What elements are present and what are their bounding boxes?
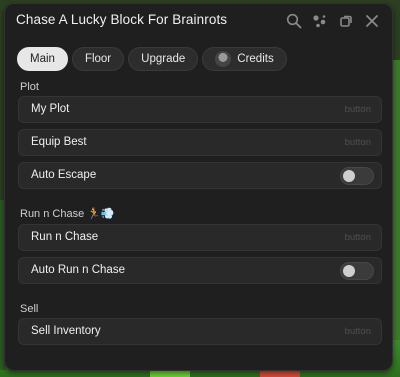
run-n-chase-button[interactable]: Run n Chase button	[18, 224, 382, 251]
section-label-run-n-chase: Run n Chase 🏃💨	[20, 207, 115, 220]
tab-credits[interactable]: Credits	[202, 47, 287, 71]
palette-icon[interactable]	[312, 13, 328, 29]
toggle-knob	[343, 170, 355, 182]
close-icon[interactable]	[364, 13, 380, 29]
tab-label: Floor	[84, 53, 112, 65]
search-icon[interactable]	[286, 13, 302, 29]
my-plot-button[interactable]: My Plot button	[18, 96, 382, 123]
tab-label: Credits	[237, 53, 274, 65]
restore-icon[interactable]	[338, 13, 354, 29]
section-title: Run n Chase	[20, 208, 85, 220]
row-label: My Plot	[31, 103, 70, 115]
auto-run-n-chase-toggle[interactable]	[340, 262, 374, 280]
sell-inventory-button[interactable]: Sell Inventory button	[18, 318, 382, 345]
equip-best-button[interactable]: Equip Best button	[18, 129, 382, 156]
tab-label: Main	[30, 53, 55, 65]
row-type-hint: button	[344, 232, 371, 243]
title-bar-actions	[286, 13, 380, 29]
row-label: Auto Run n Chase	[31, 264, 125, 276]
title-bar[interactable]: Chase A Lucky Block For Brainrots	[5, 4, 392, 38]
row-type-hint: button	[344, 104, 371, 115]
toggle-knob	[343, 265, 355, 277]
section-label-sell: Sell	[20, 303, 39, 315]
tab-bar: Main Floor Upgrade Credits	[17, 47, 287, 71]
row-label: Run n Chase	[31, 231, 99, 243]
tab-floor[interactable]: Floor	[71, 47, 125, 71]
window-title: Chase A Lucky Block For Brainrots	[16, 12, 228, 27]
auto-escape-toggle[interactable]	[340, 167, 374, 185]
avatar-icon	[215, 51, 232, 67]
row-label: Auto Escape	[31, 169, 97, 181]
section-label-plot: Plot	[20, 81, 39, 93]
tab-label: Upgrade	[141, 53, 186, 65]
tab-main[interactable]: Main	[17, 47, 68, 71]
row-type-hint: button	[344, 326, 371, 337]
row-type-hint: button	[344, 137, 371, 148]
row-label: Equip Best	[31, 136, 87, 148]
auto-run-n-chase-row: Auto Run n Chase	[18, 257, 382, 284]
row-label: Sell Inventory	[31, 325, 101, 337]
runner-wind-emoji: 🏃💨	[87, 208, 115, 220]
script-window: Chase A Lucky Block For Brainrots Main F…	[4, 3, 393, 371]
tab-upgrade[interactable]: Upgrade	[128, 47, 199, 71]
auto-escape-row: Auto Escape	[18, 162, 382, 189]
